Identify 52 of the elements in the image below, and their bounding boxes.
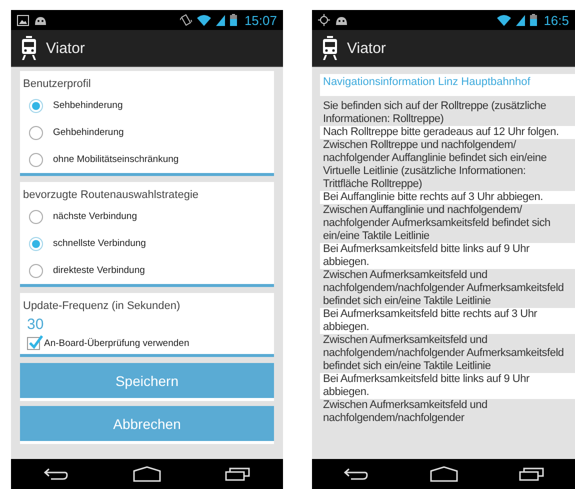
wifi-icon (197, 14, 212, 26)
radio-button[interactable] (29, 210, 43, 224)
radio-label[interactable]: ohne Mobilitätseinschränkung (53, 154, 179, 165)
navigation-step: Bei Aufmerksamkeitsfeld bitte rechts auf 3 Uhr abbiegen. (320, 308, 575, 334)
back-icon[interactable] (43, 467, 69, 481)
signal-icon (516, 14, 525, 26)
train-icon (21, 36, 37, 60)
home-icon[interactable] (133, 466, 161, 482)
wifi-icon (496, 14, 511, 26)
radio-label[interactable]: nächste Verbindung (53, 211, 137, 222)
home-icon[interactable] (430, 466, 458, 482)
recent-apps-icon[interactable] (225, 467, 251, 481)
radio-button[interactable] (29, 264, 43, 278)
radio-button[interactable] (29, 126, 43, 140)
radio-button[interactable] (29, 152, 43, 166)
gps-icon (318, 14, 330, 26)
group-title: Benutzerprofil (23, 78, 91, 91)
app-title: Viator (46, 40, 85, 56)
radio-label[interactable]: schnellste Verbindung (53, 238, 146, 249)
checkbox[interactable] (27, 337, 40, 350)
android-icon (34, 16, 47, 24)
navigation-heading: Navigationsinformation Linz Hauptbahnhof (320, 74, 575, 96)
navigation-step: Bei Auffanglinie bitte rechts auf 3 Uhr abbiegen. (320, 191, 575, 204)
navigation-step: Zwischen Aufmerksamkeitsfeld und nachfolgendem/nachfolgender (320, 399, 575, 425)
app-title: Viator (347, 40, 386, 56)
radio-label[interactable]: Sehbehinderung (53, 100, 123, 111)
picture-icon (17, 14, 29, 26)
vibrate-icon (180, 14, 192, 26)
recent-apps-icon[interactable] (518, 467, 544, 481)
train-icon (322, 36, 338, 60)
radio-button[interactable] (29, 236, 43, 250)
android-icon (335, 16, 348, 24)
navigation-step: Zwischen Aufmerksamkeitsfeld und nachfolgendem/nachfolgender Aufmerksamkeitsfeld befindet sich ein/eine Taktile Leitlinie (320, 334, 575, 373)
radio-label[interactable]: direkteste Verbindung (53, 265, 145, 276)
navigation-step: Bei Aufmerksamkeitsfeld bitte links auf 9 Uhr abbiegen. (320, 373, 575, 399)
radio-button[interactable] (29, 98, 43, 112)
navigation-step: Sie befinden sich auf der Rolltreppe (zusätzliche Informationen: Rolltreppe) (320, 100, 575, 126)
navigation-step: Bei Aufmerksamkeitsfeld bitte links auf 9 Uhr abbiegen. (320, 243, 575, 269)
field-label: Update-Frequenz (in Sekunden) (23, 300, 180, 313)
group-title: bevorzugte Routenauswahlstrategie (23, 189, 199, 202)
back-icon[interactable] (342, 467, 368, 481)
navigation-step: Zwischen Aufmerksamkeitsfeld und nachfolgendem/nachfolgender Aufmerksamkeitsfeld befindet sich ein/eine Taktile Leitlinie (320, 269, 575, 308)
battery-icon (230, 14, 238, 26)
status-time: 16:5 (544, 12, 569, 28)
battery-icon (530, 14, 537, 26)
radio-label[interactable]: Gehbehinderung (53, 127, 124, 138)
navigation-step: Zwischen Rolltreppe und nachfolgendem/ nachfolgender Auffanglinie befindet sich ein/eine Virtuelle Leitlinie (zusätzliche Informationen: Trittfläche Rolltreppe) (320, 139, 575, 191)
signal-icon (216, 14, 226, 26)
navigation-step: Nach Rolltreppe bitte geradeaus auf 12 Uhr folgen. (320, 126, 575, 139)
status-time: 15:07 (244, 12, 277, 28)
navigation-step: Zwischen Auffanglinie und nachfolgendem/ nachfolgender Aufmerksamkeitsfeld befindet sich ein/eine Taktile Leitlinie (320, 204, 575, 243)
checkbox-label[interactable]: An-Board-Überprüfung verwenden (44, 338, 190, 349)
